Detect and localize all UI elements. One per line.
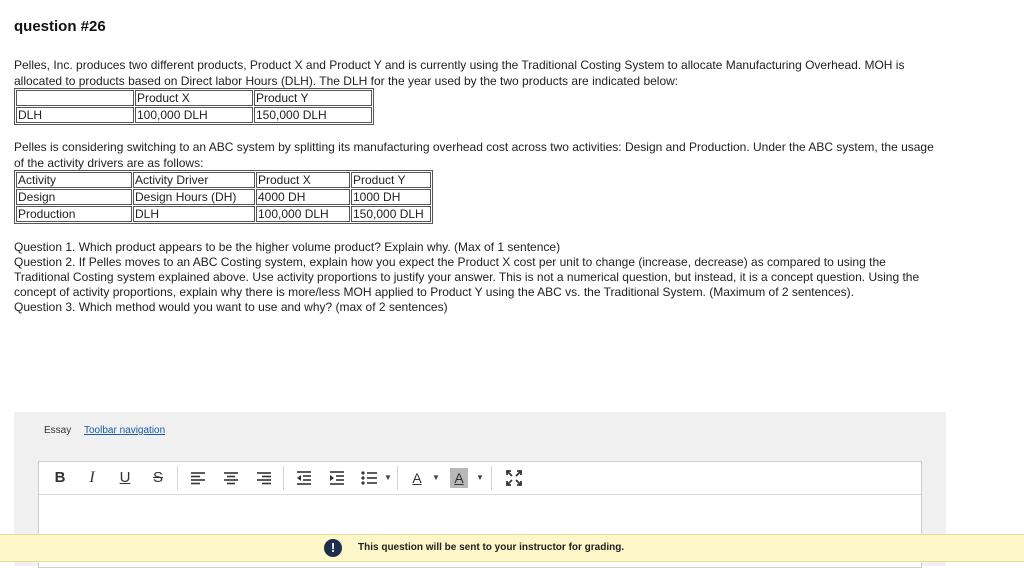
outdent-icon[interactable]	[295, 468, 313, 488]
italic-button[interactable]: I	[83, 468, 101, 488]
chevron-down-icon[interactable]: ▼	[476, 468, 484, 488]
table-cell: DLH	[133, 206, 255, 222]
highlight-color-button[interactable]: A	[450, 468, 468, 488]
table-row: Design Design Hours (DH) 4000 DH 1000 DH	[16, 189, 431, 205]
table-cell: Production	[16, 206, 132, 222]
table-cell: Product X	[256, 172, 350, 188]
dlh-table: Product X Product Y DLH 100,000 DLH 150,…	[14, 88, 374, 125]
toolbar-divider	[397, 466, 398, 490]
table-cell: 4000 DH	[256, 189, 350, 205]
strikethrough-button[interactable]: S	[149, 468, 167, 488]
table-cell: Design Hours (DH)	[133, 189, 255, 205]
toolbar-divider	[177, 466, 178, 490]
fullscreen-icon[interactable]	[505, 468, 523, 488]
align-center-icon[interactable]	[222, 468, 240, 488]
table-cell: Product Y	[351, 172, 431, 188]
table-cell: 150,000 DLH	[254, 107, 372, 123]
font-color-button[interactable]: A	[409, 468, 425, 488]
question-3: Question 3. Which method would you want …	[14, 300, 448, 314]
table-cell: Product Y	[254, 90, 372, 106]
grading-notice-text: This question will be sent to your instr…	[358, 542, 625, 553]
question-title: question #26	[14, 18, 106, 35]
chevron-down-icon[interactable]: ▼	[384, 468, 392, 488]
table-cell: Product X	[135, 90, 253, 106]
toolbar-navigation-link[interactable]: Toolbar navigation	[84, 425, 165, 436]
toolbar-divider	[283, 466, 284, 490]
table-cell: Activity	[16, 172, 132, 188]
activity-table: Activity Activity Driver Product X Produ…	[14, 170, 433, 224]
bold-button[interactable]: B	[51, 468, 69, 488]
table-cell: Design	[16, 189, 132, 205]
align-right-icon[interactable]	[255, 468, 273, 488]
abc-intro: Pelles is considering switching to an AB…	[14, 140, 934, 170]
alert-icon: !	[324, 539, 342, 557]
question-intro: Pelles, Inc. produces two different prod…	[14, 58, 905, 88]
question-2: Question 2. If Pelles moves to an ABC Co…	[14, 255, 920, 299]
table-cell	[16, 90, 134, 106]
table-cell: 150,000 DLH	[351, 206, 431, 222]
table-cell: Activity Driver	[133, 172, 255, 188]
underline-button[interactable]: U	[116, 468, 134, 488]
chevron-down-icon[interactable]: ▼	[432, 468, 440, 488]
question-list: Question 1. Which product appears to be …	[14, 240, 944, 315]
question-1: Question 1. Which product appears to be …	[14, 240, 561, 254]
align-left-icon[interactable]	[189, 468, 207, 488]
table-cell: 1000 DH	[351, 189, 431, 205]
editor-toolbar: B I U S ▼ A ▼ A ▼	[39, 462, 921, 495]
bulleted-list-icon[interactable]	[360, 468, 378, 488]
table-cell: 100,000 DLH	[256, 206, 350, 222]
toolbar-divider	[491, 466, 492, 490]
table-header-row: Activity Activity Driver Product X Produ…	[16, 172, 431, 188]
table-header-row: Product X Product Y	[16, 90, 372, 106]
essay-label: Essay	[44, 425, 72, 436]
indent-icon[interactable]	[328, 468, 346, 488]
grading-notice-bar: ! This question will be sent to your ins…	[0, 534, 1024, 562]
table-row: Production DLH 100,000 DLH 150,000 DLH	[16, 206, 431, 222]
table-row: DLH 100,000 DLH 150,000 DLH	[16, 107, 372, 123]
table-cell: DLH	[16, 107, 134, 123]
table-cell: 100,000 DLH	[135, 107, 253, 123]
